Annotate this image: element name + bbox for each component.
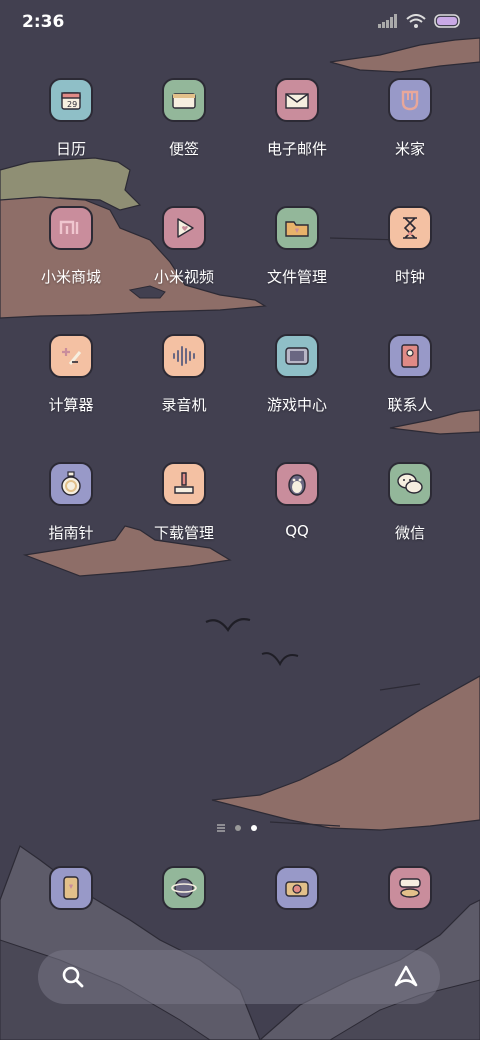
app-label: 小米商城 — [40, 268, 101, 286]
video-icon — [162, 206, 206, 250]
app-notes[interactable]: 便签 — [127, 72, 241, 182]
app-wechat[interactable]: 微信 — [353, 456, 467, 566]
app-label: 录音机 — [161, 396, 207, 414]
calendar-icon: 29 — [49, 78, 93, 122]
assistant-icon[interactable] — [392, 964, 420, 990]
wifi-icon — [406, 14, 426, 28]
phone-icon[interactable] — [49, 866, 93, 910]
app-label: 时钟 — [394, 268, 425, 286]
email-icon — [275, 78, 319, 122]
app-label: 联系人 — [387, 396, 433, 414]
page-list-icon — [217, 824, 225, 832]
qq-penguin-icon — [275, 462, 319, 506]
app-label: 米家 — [394, 140, 425, 158]
compass-icon — [49, 462, 93, 506]
app-label: 便签 — [168, 140, 199, 158]
app-downloads[interactable]: 下载管理 — [127, 456, 241, 566]
wechat-icon — [388, 462, 432, 506]
app-calendar[interactable]: 29 日历 — [14, 72, 128, 182]
battery-icon — [434, 14, 460, 28]
app-label: 下载管理 — [153, 524, 214, 542]
app-qq[interactable]: QQ — [240, 456, 354, 566]
game-center-icon — [275, 334, 319, 378]
browser-icon[interactable] — [162, 866, 206, 910]
app-label: 电子邮件 — [266, 140, 327, 158]
cellular-signal-icon — [378, 14, 397, 28]
calculator-icon — [49, 334, 93, 378]
app-label: 计算器 — [48, 396, 94, 414]
gallery-icon[interactable] — [388, 866, 432, 910]
mi-store-icon — [49, 206, 93, 250]
app-compass[interactable]: 指南针 — [14, 456, 128, 566]
app-contacts[interactable]: 联系人 — [353, 328, 467, 438]
search-icon[interactable] — [60, 964, 86, 990]
app-label: 游戏中心 — [266, 396, 327, 414]
app-mijia[interactable]: 米家 — [353, 72, 467, 182]
status-icons — [378, 12, 462, 30]
app-label: QQ — [285, 522, 309, 540]
app-clock[interactable]: 时钟 — [353, 200, 467, 310]
svg-text:29: 29 — [67, 100, 77, 109]
mijia-icon — [388, 78, 432, 122]
app-video[interactable]: 小米视频 — [127, 200, 241, 310]
page-dot-active — [251, 825, 257, 831]
app-label: 日历 — [55, 140, 86, 158]
app-label: 文件管理 — [266, 268, 327, 286]
sound-wave-icon — [162, 334, 206, 378]
dock — [0, 866, 480, 916]
search-bar[interactable] — [38, 950, 440, 1004]
download-icon — [162, 462, 206, 506]
page-indicator[interactable] — [217, 824, 257, 832]
camera-icon[interactable] — [275, 866, 319, 910]
hourglass-icon — [388, 206, 432, 250]
status-bar: 2:36 — [0, 0, 480, 40]
app-mi-store[interactable]: 小米商城 — [14, 200, 128, 310]
folder-icon — [275, 206, 319, 250]
app-label: 小米视频 — [153, 268, 214, 286]
app-email[interactable]: 电子邮件 — [240, 72, 354, 182]
notes-icon — [162, 78, 206, 122]
app-label: 微信 — [394, 524, 425, 542]
app-recorder[interactable]: 录音机 — [127, 328, 241, 438]
contacts-icon — [388, 334, 432, 378]
status-time: 2:36 — [22, 12, 65, 32]
app-files[interactable]: 文件管理 — [240, 200, 354, 310]
page-dot — [235, 825, 241, 831]
app-label: 指南针 — [48, 524, 94, 542]
app-game-center[interactable]: 游戏中心 — [240, 328, 354, 438]
app-calculator[interactable]: 计算器 — [14, 328, 128, 438]
